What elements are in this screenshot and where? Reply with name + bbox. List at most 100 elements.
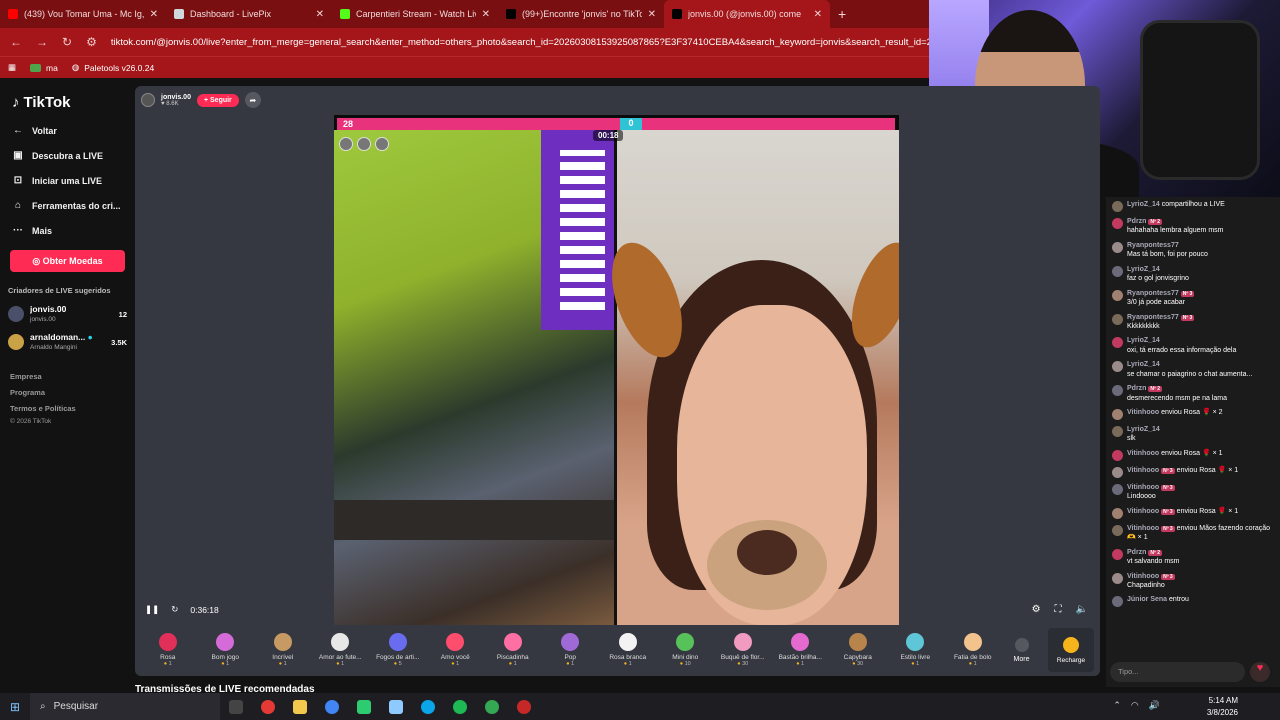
avatar[interactable] [1112, 218, 1123, 229]
apps-grid-icon[interactable]: ▦ [8, 62, 16, 73]
gift-item[interactable]: Pop ● 1 [542, 633, 600, 667]
avatar[interactable] [1112, 201, 1123, 212]
footer-link[interactable]: Empresa [10, 372, 127, 381]
chat-username[interactable]: Ryanpontess77 [1127, 290, 1179, 297]
taskbar-search[interactable]: ⌕ Pesquisar [30, 693, 220, 720]
gift-item[interactable]: Rosa branca ● 1 [599, 633, 657, 667]
gift-item[interactable]: Buquê de flor... ● 30 [714, 633, 772, 667]
site-info-icon[interactable]: ⚙ [86, 35, 97, 49]
chat-username[interactable]: LyrioZ_14 [1127, 361, 1160, 368]
gift-item[interactable]: Mini dino ● 10 [657, 633, 715, 667]
avatar[interactable] [1112, 596, 1123, 608]
follow-button[interactable]: + Seguir [196, 93, 239, 107]
get-coins-button[interactable]: ◎ Obter Moedas [10, 250, 125, 272]
browser-tab[interactable]: jonvis.00 (@jonvis.00) come ✕ [664, 0, 830, 28]
tiktok-logo[interactable]: ♪ TikTok [12, 94, 127, 111]
share-icon[interactable]: ➦ [244, 92, 261, 108]
chat-username[interactable]: Pdrzn [1127, 218, 1146, 225]
chat-username[interactable]: Vitinhooo [1127, 450, 1159, 457]
sidebar-item[interactable]: ⊡ Iniciar uma LIVE [12, 175, 127, 186]
chat-username[interactable]: Júnior Sena [1127, 596, 1167, 603]
participant-avatar[interactable] [339, 137, 353, 151]
chat-username[interactable]: Vitinhooo [1127, 467, 1159, 474]
avatar[interactable] [1112, 572, 1123, 584]
refresh-icon[interactable]: ↻ [171, 604, 178, 615]
avatar[interactable] [1112, 524, 1123, 536]
chat-username[interactable]: Pdrzn [1127, 385, 1146, 392]
bookmark-ma[interactable]: ma [30, 63, 58, 73]
chat-input[interactable]: Tipo... [1110, 662, 1245, 682]
creator-item[interactable]: jonvis.00 jonvis.00 12 [8, 305, 127, 324]
avatar[interactable] [1112, 449, 1123, 461]
browser-tab[interactable]: (439) Vou Tomar Uma - Mc Ig, M ✕ [0, 0, 166, 28]
gift-item[interactable]: Estilo livre ● 1 [887, 633, 945, 667]
chat-username[interactable]: LyrioZ_14 [1127, 201, 1160, 208]
avatar[interactable] [1112, 361, 1123, 373]
gift-item[interactable]: Amo você ● 1 [427, 633, 485, 667]
chat-username[interactable]: Ryanpontess77 [1127, 314, 1179, 321]
volume-icon[interactable]: 🔈 [1076, 604, 1088, 615]
avatar[interactable] [1112, 483, 1123, 495]
chat-username[interactable]: LyrioZ_14 [1127, 266, 1160, 273]
close-tab-icon[interactable]: ✕ [316, 9, 324, 20]
volume-icon[interactable]: 🔊 [1149, 700, 1160, 711]
like-heart-icon[interactable]: ♥ [1250, 662, 1270, 682]
folder-icon[interactable] [293, 699, 307, 714]
avatar[interactable] [1112, 241, 1123, 253]
forward-icon[interactable]: → [36, 35, 48, 49]
url-field[interactable]: tiktok.com/@jonvis.00/live?enter_from_me… [111, 37, 930, 48]
chat-username[interactable]: Vitinhooo [1127, 508, 1159, 515]
chat-username[interactable]: Ryanpontess77 [1127, 242, 1179, 249]
settings-icon[interactable]: ⚙ [1032, 604, 1041, 615]
task-view-icon[interactable] [229, 699, 243, 714]
gift-item[interactable]: Incrível ● 1 [254, 633, 312, 667]
avatar[interactable] [1112, 385, 1123, 397]
gift-item[interactable]: Rosa ● 1 [139, 633, 197, 667]
browser-tab[interactable]: (99+)Encontre 'jonvis' no TikTok ✕ [498, 0, 664, 28]
gift-item[interactable]: Amor ao fute... ● 1 [312, 633, 370, 667]
recharge-button[interactable]: Recharge [1048, 628, 1094, 672]
chat-username[interactable]: Pdrzn [1127, 549, 1146, 556]
gift-item[interactable]: Capybara ● 30 [829, 633, 887, 667]
close-tab-icon[interactable]: ✕ [482, 9, 490, 20]
gift-item[interactable]: Fatia de bolo ● 1 [944, 633, 1002, 667]
obs-icon[interactable] [517, 699, 531, 714]
taskbar-clock[interactable]: 5:14 AM 3/8/2026 [1207, 695, 1238, 719]
avatar[interactable] [1112, 426, 1123, 437]
browser-tab[interactable]: Dashboard - LivePix ✕ [166, 0, 332, 28]
close-tab-icon[interactable]: ✕ [814, 9, 822, 20]
chat-username[interactable]: Vitinhooo [1127, 484, 1159, 491]
back-icon[interactable]: ← [10, 35, 22, 49]
chat-username[interactable]: Vitinhooo [1127, 573, 1159, 580]
sidebar-item[interactable]: ··· Mais [12, 225, 127, 236]
windows-start-icon[interactable]: ⊞ [0, 700, 30, 714]
avatar[interactable] [1112, 337, 1123, 349]
participant-avatar[interactable] [357, 137, 371, 151]
sidebar-item[interactable]: ⌂ Ferramentas do cri... [12, 200, 127, 211]
host-avatar[interactable] [141, 93, 155, 107]
avatar[interactable] [1112, 265, 1123, 277]
new-tab-icon[interactable]: + [838, 6, 846, 22]
chrome-icon[interactable] [485, 699, 499, 714]
avatar[interactable] [1112, 409, 1123, 420]
reload-icon[interactable]: ↻ [62, 35, 72, 49]
gift-item[interactable]: Piscadinha ● 1 [484, 633, 542, 667]
creator-item[interactable]: arnaldoman... ● Arnaldo Mangini 3.5K [8, 333, 127, 352]
wifi-icon[interactable]: ◠ [1131, 700, 1139, 711]
avatar[interactable] [1112, 548, 1123, 560]
pause-icon[interactable]: ❚❚ [145, 604, 159, 615]
app-icon[interactable] [357, 699, 371, 714]
chat-username[interactable]: LyrioZ_14 [1127, 426, 1160, 433]
gift-item[interactable]: Fogos de arti... ● 5 [369, 633, 427, 667]
participant-avatar[interactable] [375, 137, 389, 151]
chevron-up-icon[interactable]: ⌃ [1113, 700, 1121, 711]
avatar[interactable] [1112, 289, 1123, 301]
spotify-icon[interactable] [453, 699, 467, 714]
avatar[interactable] [1112, 466, 1123, 478]
sidebar-item[interactable]: ▣ Descubra a LIVE [12, 150, 127, 161]
close-tab-icon[interactable]: ✕ [648, 9, 656, 20]
chrome-icon[interactable] [325, 699, 339, 714]
footer-link[interactable]: Programa [10, 388, 127, 397]
app-icon[interactable] [261, 699, 275, 714]
browser-tab[interactable]: Carpentieri Stream - Watch Live ✕ [332, 0, 498, 28]
